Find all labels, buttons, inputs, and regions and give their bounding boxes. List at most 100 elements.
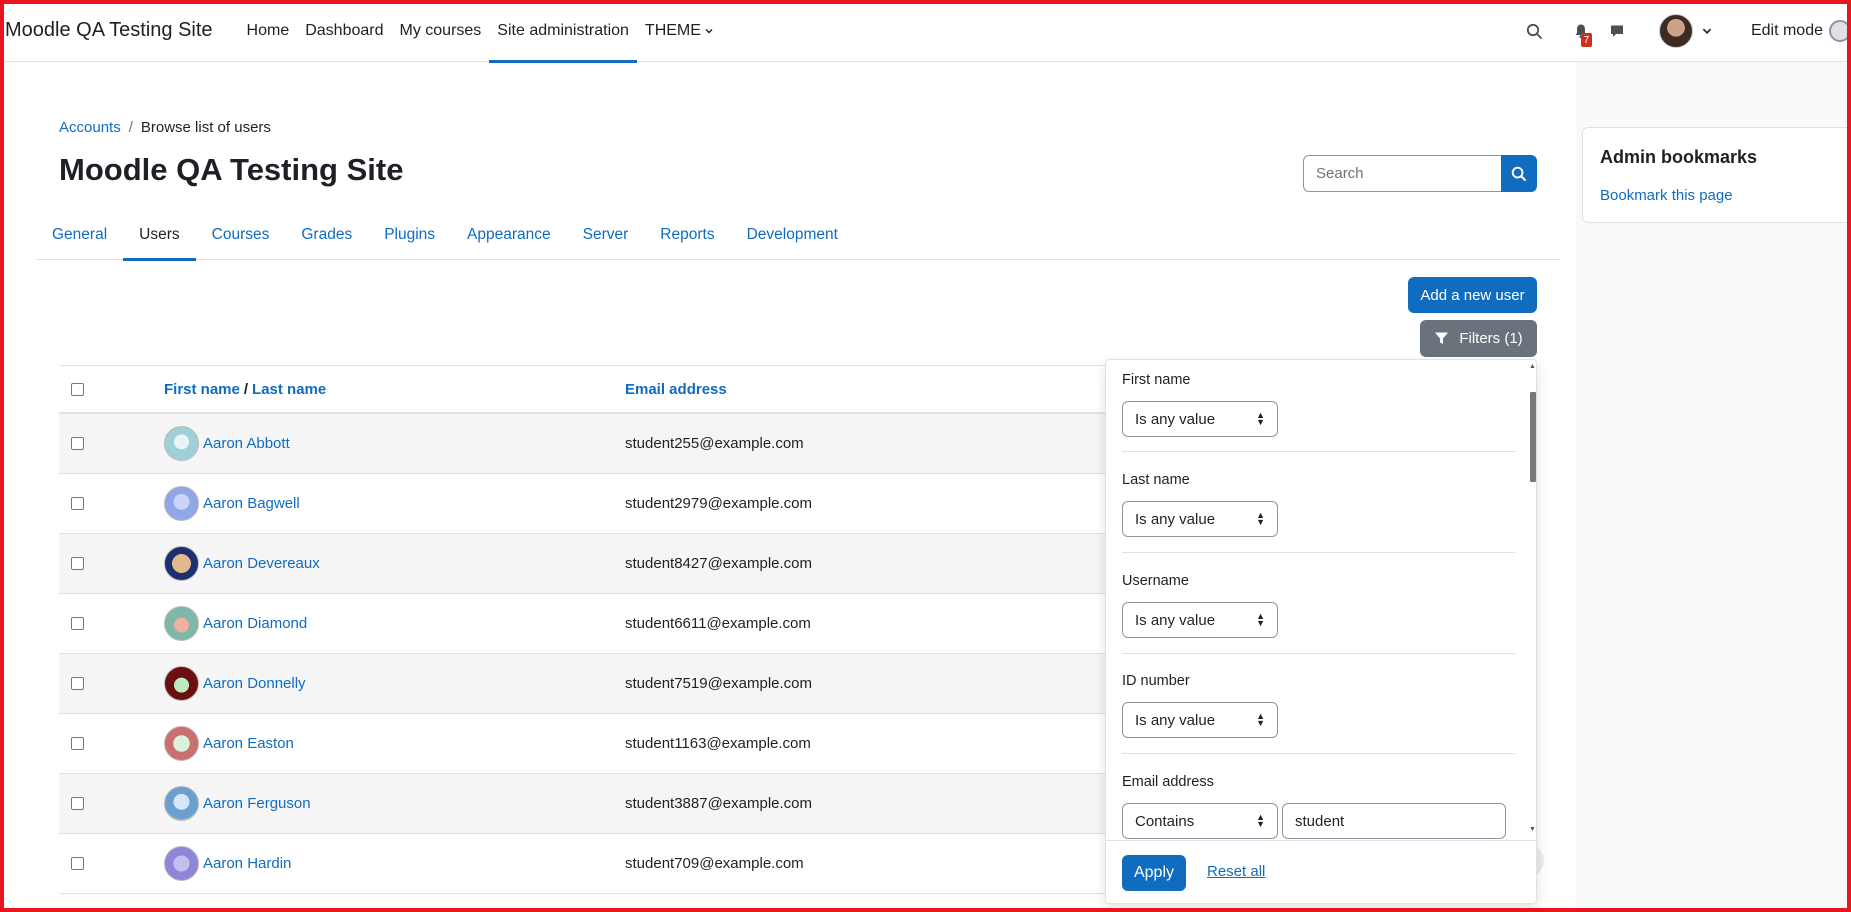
row-checkbox[interactable] [71, 677, 84, 690]
table-row: Aaron Easton student1163@example.com [59, 714, 1139, 774]
user-avatar [164, 786, 199, 821]
user-name-link[interactable]: Aaron Devereaux [203, 555, 320, 572]
nav-dashboard[interactable]: Dashboard [297, 0, 391, 62]
user-avatar [164, 606, 199, 641]
row-checkbox[interactable] [71, 797, 84, 810]
admin-bookmarks-block: Admin bookmarks Bookmark this page [1582, 127, 1851, 223]
site-brand[interactable]: Moodle QA Testing Site [5, 19, 213, 42]
tab-general[interactable]: General [36, 210, 123, 260]
user-name-link[interactable]: Aaron Donnelly [203, 675, 306, 692]
messages-button[interactable] [1599, 13, 1635, 49]
email-filter-value-input[interactable]: student [1282, 803, 1506, 839]
table-header: First name / Last name Email address [59, 365, 1139, 414]
edit-mode-toggle[interactable] [1829, 20, 1851, 42]
table-row: Aaron Hardin student709@example.com [59, 834, 1139, 894]
user-email: student2979@example.com [625, 495, 813, 512]
top-navbar: Moodle QA Testing Site Home Dashboard My… [0, 0, 1851, 63]
table-row: Aaron Bagwell student2979@example.com [59, 474, 1139, 534]
select-all-checkbox[interactable] [71, 382, 84, 396]
scroll-up-arrow-icon[interactable]: ▲ [1529, 363, 1536, 370]
header-separator: / [243, 380, 249, 398]
user-cell: Aaron Bagwell [164, 486, 300, 521]
sort-last-name[interactable]: Last name [252, 381, 326, 398]
notifications-button[interactable]: 7 [1563, 13, 1599, 49]
select-value: Is any value [1135, 711, 1216, 729]
filters-panel: First name Is any value ▲ ▼ Last name Is … [1105, 359, 1538, 904]
row-checkbox[interactable] [71, 617, 84, 630]
nav-theme-label: THEME [644, 21, 701, 39]
user-name-link[interactable]: Aaron Diamond [203, 615, 307, 632]
tab-appearance[interactable]: Appearance [451, 210, 567, 260]
filters-scrollbar-thumb[interactable] [1530, 392, 1536, 482]
admin-search-input[interactable] [1303, 155, 1501, 192]
tab-courses[interactable]: Courses [196, 210, 286, 260]
scroll-down-arrow-icon[interactable]: ▼ [1529, 826, 1536, 833]
filter-operator-select[interactable]: Is any value ▲ ▼ [1122, 702, 1278, 738]
filters-scroll-area[interactable]: First name Is any value ▲ ▼ Last name Is … [1106, 360, 1538, 840]
filter-operator-select[interactable]: Is any value ▲ ▼ [1122, 602, 1278, 638]
filter-operator-select[interactable]: Contains ▲ ▼ [1122, 803, 1278, 839]
table-row: Aaron Ferguson student3887@example.com [59, 774, 1139, 834]
chevron-down-icon[interactable] [1701, 25, 1713, 37]
row-checkbox[interactable] [71, 857, 84, 870]
nav-home[interactable]: Home [239, 0, 298, 62]
filters-button[interactable]: Filters (1) [1420, 320, 1537, 357]
add-new-user-button[interactable]: Add a new user [1408, 277, 1537, 313]
tab-users[interactable]: Users [123, 210, 197, 261]
tab-reports[interactable]: Reports [644, 210, 730, 260]
nav-my-courses[interactable]: My courses [392, 0, 490, 62]
row-checkbox[interactable] [71, 737, 84, 750]
search-toggle[interactable] [1517, 13, 1553, 49]
breadcrumb: Accounts / Browse list of users [59, 119, 271, 136]
tab-server[interactable]: Server [567, 210, 645, 260]
select-arrows-icon: ▲ ▼ [1256, 410, 1265, 427]
user-cell: Aaron Diamond [164, 606, 307, 641]
select-arrows-icon: ▲ ▼ [1256, 711, 1265, 728]
select-value: Is any value [1135, 510, 1216, 528]
search-icon [1511, 166, 1527, 181]
reset-all-link[interactable]: Reset all [1207, 863, 1265, 880]
row-checkbox[interactable] [71, 557, 84, 570]
user-avatar [164, 486, 199, 521]
admin-search-button[interactable] [1501, 155, 1537, 192]
user-email: student709@example.com [625, 855, 804, 872]
search-icon [1527, 23, 1543, 39]
user-cell: Aaron Donnelly [164, 666, 306, 701]
divider [1122, 451, 1515, 452]
row-checkbox[interactable] [71, 497, 84, 510]
user-name-link[interactable]: Aaron Ferguson [203, 795, 311, 812]
user-email: student7519@example.com [625, 675, 813, 692]
select-value: Is any value [1135, 410, 1216, 428]
filters-footer: Apply Reset all [1106, 840, 1538, 904]
nav-site-administration[interactable]: Site administration [489, 0, 637, 63]
tab-plugins[interactable]: Plugins [368, 210, 451, 260]
bookmark-this-page-link[interactable]: Bookmark this page [1600, 187, 1733, 204]
user-name-link[interactable]: Aaron Abbott [203, 435, 290, 452]
row-checkbox[interactable] [71, 437, 84, 450]
sort-email-address[interactable]: Email address [625, 381, 727, 398]
user-avatar [164, 666, 199, 701]
user-avatar [164, 846, 199, 881]
filter-operator-select[interactable]: Is any value ▲ ▼ [1122, 501, 1278, 537]
breadcrumb-accounts[interactable]: Accounts [59, 119, 121, 136]
filters-button-label: Filters (1) [1459, 330, 1523, 347]
select-value: Is any value [1135, 611, 1216, 629]
select-arrows-icon: ▲ ▼ [1256, 812, 1265, 829]
tab-grades[interactable]: Grades [285, 210, 368, 260]
apply-filters-button[interactable]: Apply [1122, 855, 1186, 891]
user-email: student6611@example.com [625, 615, 811, 632]
filter-first-name: First name Is any value ▲ ▼ [1122, 360, 1515, 452]
sort-first-name[interactable]: First name [164, 381, 240, 398]
user-name-link[interactable]: Aaron Hardin [203, 855, 291, 872]
filter-operator-select[interactable]: Is any value ▲ ▼ [1122, 401, 1278, 437]
tab-development[interactable]: Development [731, 210, 854, 260]
user-name-link[interactable]: Aaron Easton [203, 735, 294, 752]
nav-theme[interactable]: THEME [637, 0, 722, 62]
filter-id-number: ID number Is any value ▲ ▼ [1122, 661, 1515, 754]
table-row: Aaron Donnelly student7519@example.com [59, 654, 1139, 714]
user-avatar[interactable] [1658, 14, 1693, 48]
user-cell: Aaron Devereaux [164, 546, 320, 581]
divider [1122, 552, 1515, 553]
user-name-link[interactable]: Aaron Bagwell [203, 495, 300, 512]
divider [1122, 753, 1515, 754]
